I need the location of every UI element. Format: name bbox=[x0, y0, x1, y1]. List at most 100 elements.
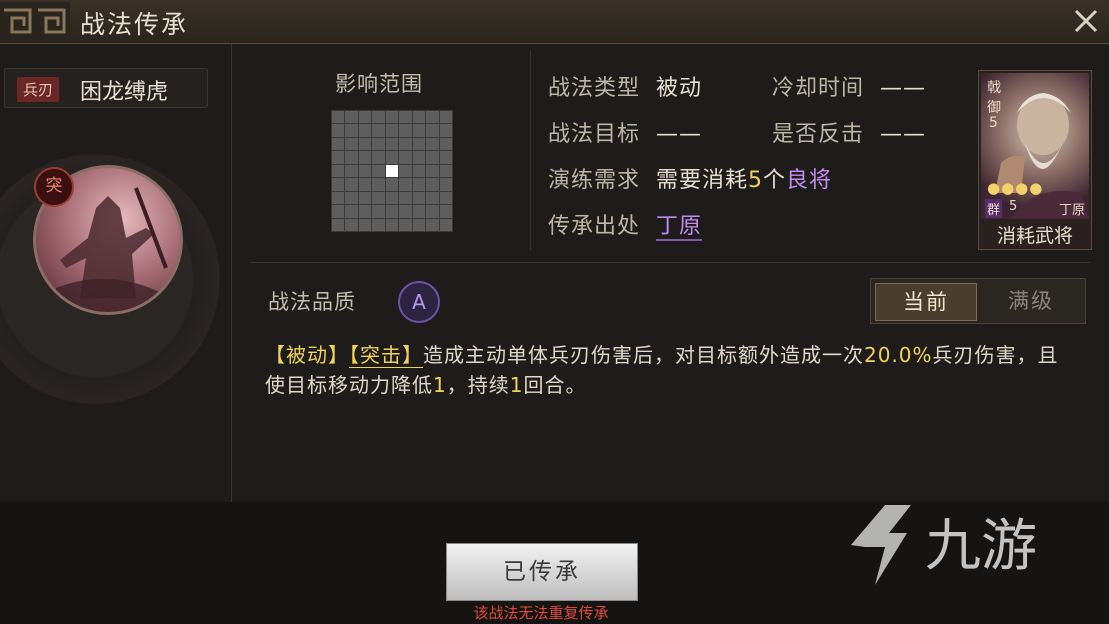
range-cell bbox=[439, 137, 452, 151]
info-type: 战法类型 被动 bbox=[548, 76, 703, 101]
troop-type: 御 bbox=[987, 100, 1001, 116]
range-cell bbox=[345, 164, 358, 178]
skill-name: 困龙缚虎 bbox=[80, 80, 169, 105]
skill-name-box: 兵刃 困龙缚虎 bbox=[4, 68, 208, 108]
faction-icon: 戟 bbox=[987, 80, 1001, 96]
range-cell bbox=[385, 191, 399, 205]
range-cell bbox=[412, 191, 426, 205]
range-cell bbox=[385, 151, 399, 164]
range-cell-center bbox=[385, 164, 399, 178]
range-cell bbox=[439, 164, 452, 178]
tab-current[interactable]: 当前 bbox=[875, 283, 977, 321]
range-cell bbox=[372, 137, 385, 151]
damage-type-tag: 兵刃 bbox=[17, 77, 60, 102]
range-cell bbox=[412, 137, 426, 151]
quality-grade-badge: A bbox=[398, 281, 440, 323]
range-cell bbox=[372, 111, 385, 124]
star-rating: ●●●● bbox=[987, 179, 1044, 197]
range-cell bbox=[385, 111, 399, 124]
range-cell bbox=[332, 151, 345, 164]
range-cell bbox=[358, 178, 372, 191]
range-cell bbox=[345, 191, 358, 205]
keyword-link[interactable]: 【突击】 bbox=[349, 343, 423, 368]
watermark-logo-icon: 九游 bbox=[851, 505, 1037, 585]
range-cell bbox=[345, 205, 358, 218]
info-counter: 是否反击 —— bbox=[772, 122, 927, 147]
range-cell bbox=[372, 178, 385, 191]
title-ornament-icon bbox=[0, 2, 70, 40]
range-cell bbox=[439, 205, 452, 218]
window-title: 战法传承 bbox=[80, 10, 189, 39]
horizontal-divider bbox=[250, 262, 1090, 263]
range-cell bbox=[332, 205, 345, 218]
range-cell bbox=[439, 178, 452, 191]
range-cell bbox=[358, 111, 372, 124]
range-cell bbox=[426, 205, 439, 218]
range-cell bbox=[399, 151, 412, 164]
range-cell bbox=[412, 151, 426, 164]
range-cell bbox=[412, 205, 426, 218]
range-cell bbox=[426, 111, 439, 124]
range-cell bbox=[358, 151, 372, 164]
range-cell bbox=[332, 137, 345, 151]
vertical-divider bbox=[530, 50, 531, 250]
range-cell bbox=[385, 178, 399, 191]
warning-text: 该战法无法重复传承 bbox=[473, 604, 609, 622]
range-cell bbox=[372, 205, 385, 218]
range-cell bbox=[345, 178, 358, 191]
range-cell bbox=[332, 111, 345, 124]
range-cell bbox=[399, 164, 412, 178]
range-cell bbox=[332, 124, 345, 137]
info-target: 战法目标 —— bbox=[548, 122, 703, 147]
skill-description: 【被动】【突击】造成主动单体兵刃伤害后，对目标额外造成一次20.0%兵刃伤害，且… bbox=[265, 343, 1059, 397]
range-cell bbox=[439, 191, 452, 205]
close-icon[interactable] bbox=[1071, 4, 1101, 38]
range-cell bbox=[332, 178, 345, 191]
range-cell bbox=[399, 124, 412, 137]
range-cell bbox=[426, 178, 439, 191]
range-cell bbox=[345, 111, 358, 124]
range-cell bbox=[345, 124, 358, 137]
range-cell bbox=[358, 218, 372, 231]
general-card[interactable]: 戟 御 5 ●●●● 群 5 丁原 消耗武将 bbox=[978, 70, 1092, 250]
range-cell bbox=[426, 137, 439, 151]
range-cell bbox=[412, 164, 426, 178]
range-cell bbox=[399, 218, 412, 231]
range-cell bbox=[372, 191, 385, 205]
general-portrait: 戟 御 5 ●●●● 群 5 丁原 bbox=[981, 73, 1089, 219]
info-origin: 传承出处 丁原 bbox=[548, 214, 703, 241]
range-cell bbox=[412, 178, 426, 191]
range-cell bbox=[426, 191, 439, 205]
range-cell bbox=[385, 137, 399, 151]
range-grid bbox=[331, 110, 453, 232]
range-cell bbox=[399, 205, 412, 218]
range-cell bbox=[332, 164, 345, 178]
range-cell bbox=[358, 164, 372, 178]
origin-general-link[interactable]: 丁原 bbox=[656, 214, 703, 241]
title-bar: 战法传承 bbox=[0, 0, 1109, 44]
range-cell bbox=[439, 218, 452, 231]
range-cell bbox=[345, 151, 358, 164]
faction-badge: 群 bbox=[985, 199, 1003, 218]
general-name: 丁原 bbox=[1058, 203, 1085, 218]
range-cell bbox=[332, 218, 345, 231]
range-cell bbox=[385, 124, 399, 137]
range-cell bbox=[399, 191, 412, 205]
range-cell bbox=[345, 218, 358, 231]
range-cell bbox=[372, 218, 385, 231]
inherited-button[interactable]: 已传承 bbox=[446, 543, 638, 601]
range-cell bbox=[332, 191, 345, 205]
card-info-bar: 群 5 丁原 bbox=[983, 197, 1091, 219]
range-cell bbox=[412, 218, 426, 231]
range-cell bbox=[358, 191, 372, 205]
info-cooldown: 冷却时间 —— bbox=[772, 76, 927, 101]
range-cell bbox=[399, 111, 412, 124]
range-cell bbox=[412, 124, 426, 137]
range-cell bbox=[439, 151, 452, 164]
range-cell bbox=[439, 124, 452, 137]
range-cell bbox=[412, 111, 426, 124]
range-cell bbox=[372, 151, 385, 164]
range-cell bbox=[345, 137, 358, 151]
tab-max-level[interactable]: 满级 bbox=[981, 283, 1081, 319]
range-cell bbox=[426, 124, 439, 137]
